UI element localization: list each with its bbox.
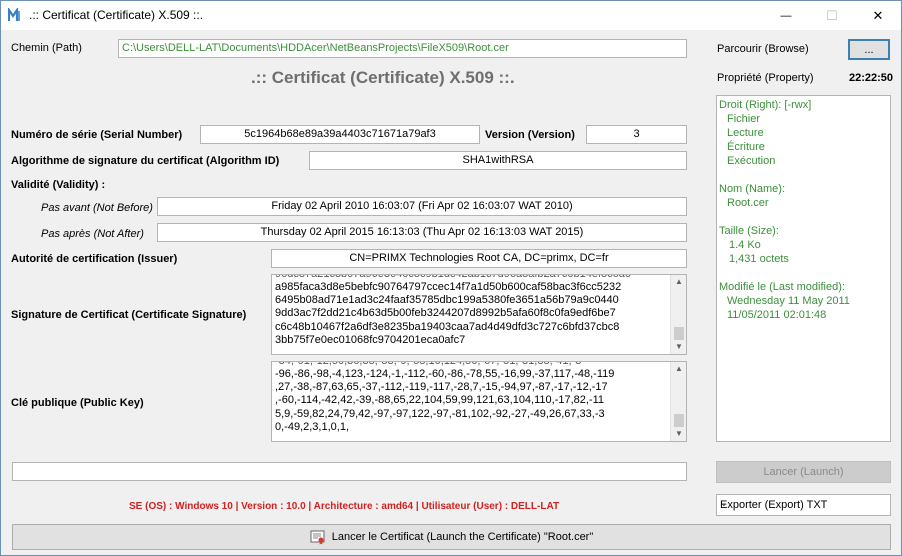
maximize-button[interactable]: ☐ [809, 1, 855, 30]
minimize-icon: — [780, 9, 792, 22]
not-before-label: Pas avant (Not Before) [41, 202, 153, 214]
launch-button[interactable]: Lancer (Launch) [716, 461, 891, 483]
signature-textarea[interactable]: 96dc37a21c3b07a96e3640c8c9b1dc42ab1c7d96… [271, 274, 687, 355]
scroll-thumb[interactable] [674, 414, 684, 427]
right-item: Écriture [727, 141, 765, 153]
right-item: Fichier [727, 113, 761, 125]
progress-bar [12, 462, 687, 481]
name-header: Nom (Name): [719, 183, 786, 195]
path-field[interactable]: C:\Users\DELL-LAT\Documents\HDDAcer\NetB… [118, 39, 687, 58]
chevron-down-icon: ⌄ [720, 498, 728, 508]
scroll-down-icon[interactable]: ▼ [671, 340, 686, 354]
certificate-icon [310, 530, 325, 545]
launch-certificate-button[interactable]: Lancer le Certificat (Launch the Certifi… [12, 524, 891, 550]
signature-text: a985faca3d8e5bebfc90764797ccec14f7a1d50b… [275, 281, 622, 346]
window-title: .:: Certificat (Certificate) X.509 ::. [29, 8, 204, 22]
version-label: Version (Version) [485, 129, 575, 141]
size-header: Taille (Size): [719, 225, 779, 237]
pubkey-label: Clé publique (Public Key) [11, 397, 144, 409]
right-item: Lecture [727, 127, 764, 139]
algorithm-field[interactable]: SHA1withRSA [309, 151, 687, 170]
browse-label: Parcourir (Browse) [717, 43, 809, 55]
maximize-icon: ☐ [826, 7, 838, 23]
scroll-thumb[interactable] [674, 327, 684, 340]
modified-date: Wednesday 11 May 2011 [727, 295, 850, 307]
scroll-down-icon[interactable]: ▼ [671, 427, 686, 441]
serial-field[interactable]: 5c1964b68e89a39a4403c71671a79af3 [200, 125, 480, 144]
pubkey-text: -96,-86,-98,-4,123,-124,-1,-112,-60,-86,… [275, 368, 615, 433]
os-info: SE (OS) : Windows 10 | Version : 10.0 | … [129, 501, 560, 512]
browse-button[interactable]: ... [848, 39, 890, 60]
right-item: Exécution [727, 155, 776, 167]
name-value: Root.cer [727, 197, 769, 209]
modified-header: Modifié le (Last modified): [719, 281, 845, 293]
export-select[interactable]: Exporter (Export) TXT ⌄ [716, 494, 891, 516]
scroll-up-icon[interactable]: ▲ [671, 275, 686, 289]
path-label: Chemin (Path) [11, 42, 82, 54]
not-after-field[interactable]: Thursday 02 April 2015 16:13:03 (Thu Apr… [157, 223, 687, 242]
close-button[interactable]: ✕ [855, 1, 901, 30]
close-icon: ✕ [872, 7, 884, 23]
app-logo-icon [8, 8, 20, 21]
page-title: .:: Certificat (Certificate) X.509 ::. [251, 68, 515, 87]
algorithm-label: Algorithme de signature du certificat (A… [11, 155, 280, 167]
signature-scrollbar[interactable]: ▲ ▼ [670, 275, 686, 354]
size-bytes: 1,431 octets [729, 253, 789, 265]
issuer-label: Autorité de certification (Issuer) [11, 253, 178, 265]
not-after-label: Pas après (Not After) [41, 228, 144, 240]
size-kb: 1.4 Ko [729, 239, 761, 251]
signature-label: Signature de Certificat (Certificate Sig… [11, 309, 247, 321]
property-panel: Droit (Right): [-rwx] Fichier Lecture Éc… [716, 95, 891, 442]
minimize-button[interactable]: — [763, 1, 809, 30]
not-before-field[interactable]: Friday 02 April 2010 16:03:07 (Fri Apr 0… [157, 197, 687, 216]
pubkey-scrollbar[interactable]: ▲ ▼ [670, 362, 686, 441]
issuer-field[interactable]: CN=PRIMX Technologies Root CA, DC=primx,… [271, 249, 687, 268]
pubkey-textarea[interactable]: -34,-91,-12,50,36,33,-83,-9,-58,10,124,5… [271, 361, 687, 442]
clock: 22:22:50 [849, 72, 894, 84]
modified-datetime: 11/05/2011 02:01:48 [727, 309, 827, 321]
title-bar[interactable]: .:: Certificat (Certificate) X.509 ::. —… [1, 1, 901, 30]
launch-certificate-label: Lancer le Certificat (Launch the Certifi… [331, 531, 594, 543]
property-label: Propriété (Property) [717, 72, 814, 84]
rights-header: Droit (Right): [-rwx] [719, 99, 812, 111]
scroll-up-icon[interactable]: ▲ [671, 362, 686, 376]
serial-label: Numéro de série (Serial Number) [11, 129, 183, 141]
version-field[interactable]: 3 [586, 125, 687, 144]
validity-label: Validité (Validity) : [11, 179, 106, 191]
app-window: .:: Certificat (Certificate) X.509 ::. —… [0, 0, 902, 556]
